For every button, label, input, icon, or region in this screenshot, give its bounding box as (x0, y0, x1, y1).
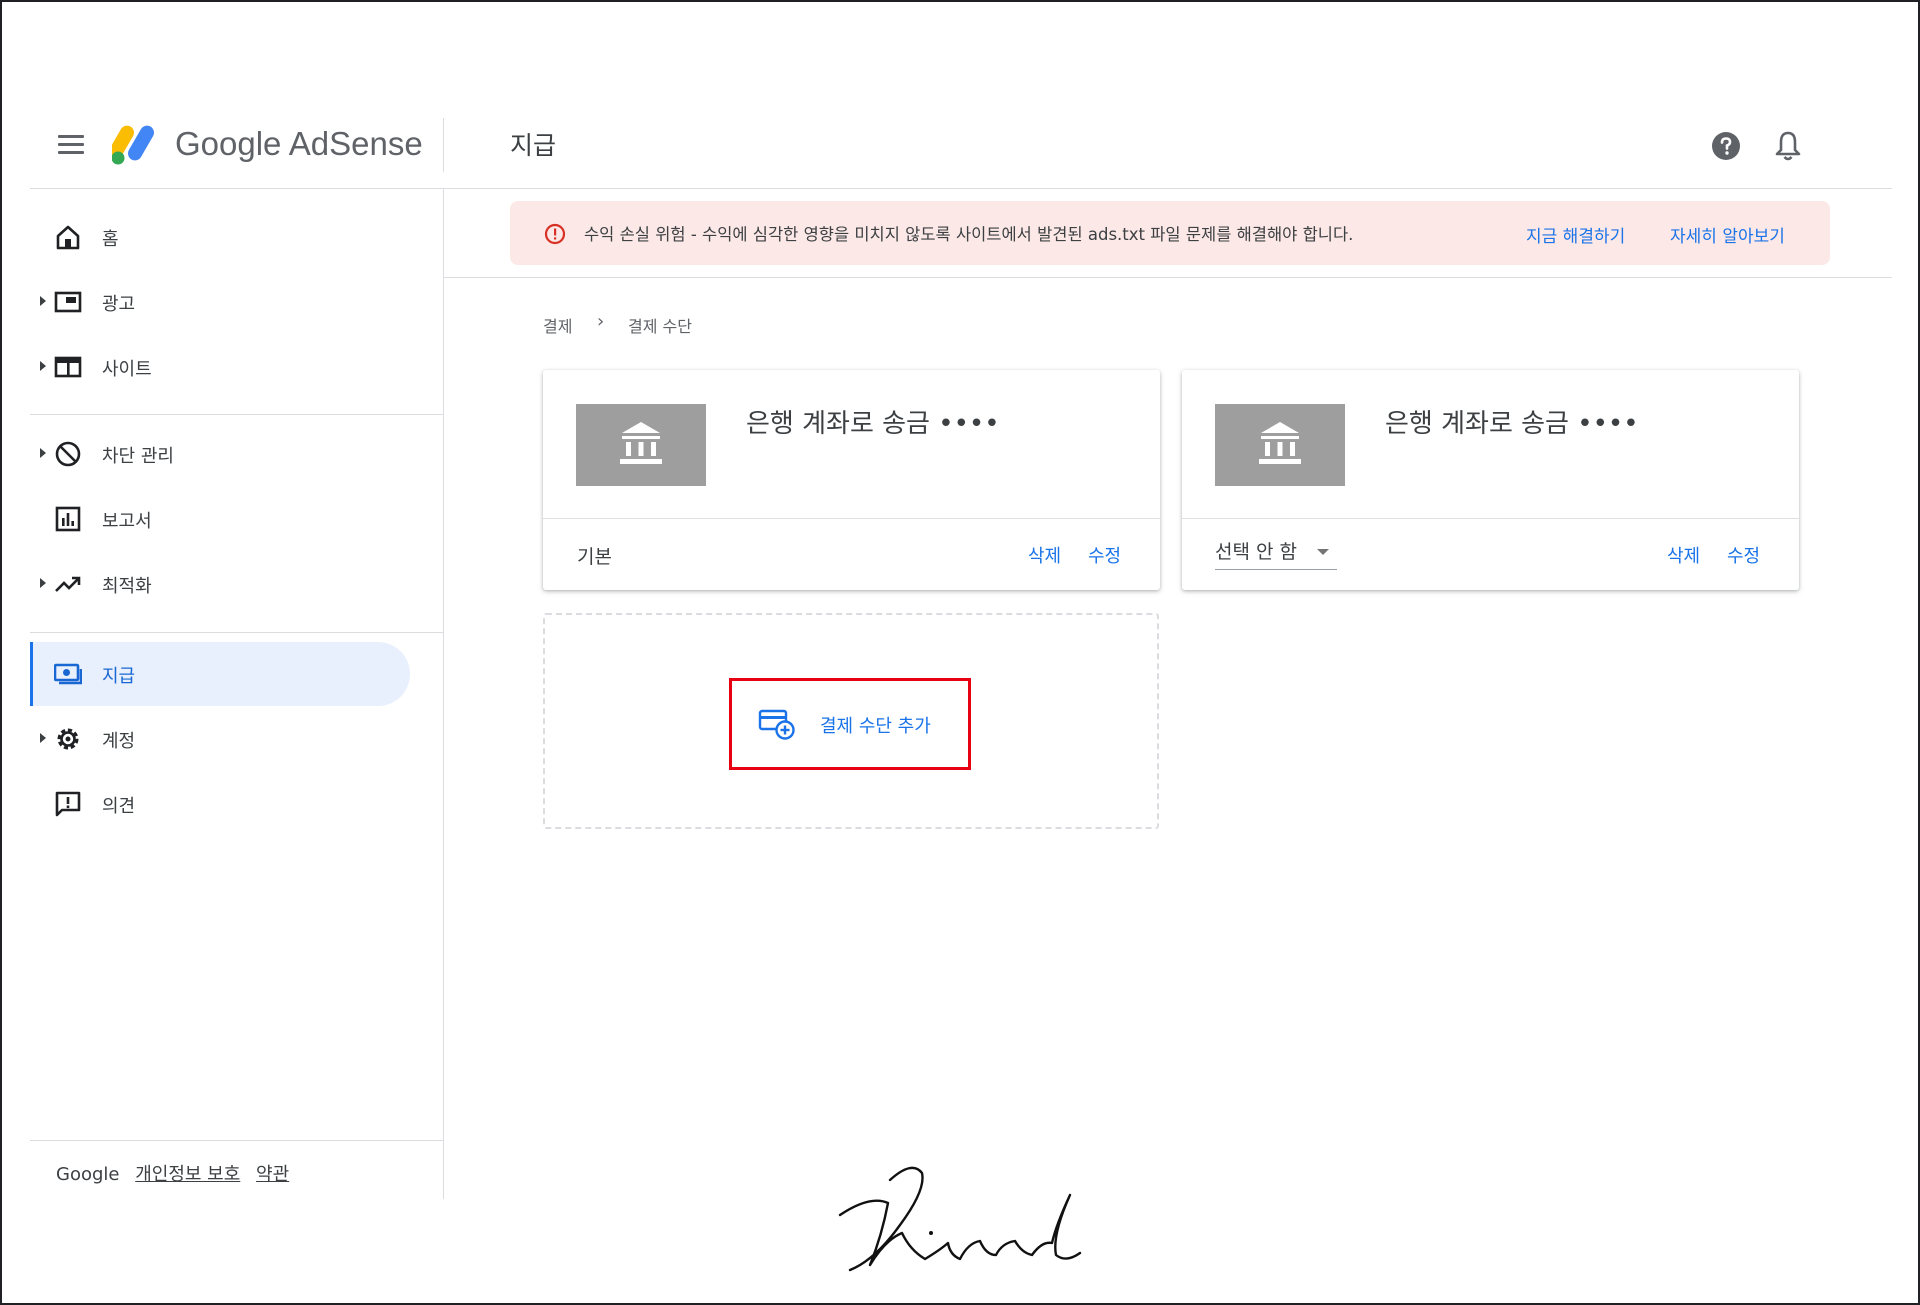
handwritten-signature (838, 1166, 1082, 1272)
edit-button[interactable]: 수정 (1088, 542, 1121, 568)
dropdown-arrow-icon (1317, 549, 1329, 555)
reports-icon (55, 506, 81, 532)
sidebar-item-home[interactable]: 홈 (30, 205, 410, 269)
expand-arrow-icon (40, 733, 46, 743)
help-icon[interactable] (1711, 131, 1741, 161)
header-divider (443, 118, 444, 172)
brand-name: Google AdSense (175, 125, 423, 162)
sidebar-item-payments[interactable]: 지급 (30, 642, 410, 706)
settings-icon (57, 728, 79, 750)
warning-icon (544, 223, 566, 245)
ads-txt-warning-banner: 수익 손실 위험 - 수익에 심각한 영향을 미치지 않도록 사이트에서 발견된… (510, 201, 1830, 265)
sidebar-item-ads[interactable]: 광고 (30, 270, 410, 334)
sidebar-footer-separator (30, 1140, 443, 1141)
breadcrumb-separator: › (597, 311, 605, 332)
expand-arrow-icon (40, 361, 46, 371)
primary-status: 기본 (577, 546, 612, 568)
sidebar-item-label: 차단 관리 (102, 446, 174, 467)
sidebar-footer: Google 개인정보 보호 약관 (56, 1160, 289, 1186)
sidebar-item-reports[interactable]: 보고서 (30, 487, 410, 551)
sidebar-item-account[interactable]: 계정 (30, 707, 410, 771)
payments-icon (54, 663, 82, 685)
sidebar-item-label: 계정 (102, 731, 136, 752)
card-divider (1182, 518, 1799, 519)
banner-message: 수익 손실 위험 - 수익에 심각한 영향을 미치지 않도록 사이트에서 발견된… (584, 225, 1354, 244)
sidebar-divider (443, 189, 444, 1199)
add-payment-method-button[interactable]: 결제 수단 추가 (729, 678, 971, 770)
sidebar-item-blocking[interactable]: 차단 관리 (30, 422, 410, 486)
sidebar-item-label: 보고서 (102, 511, 152, 532)
select-value: 선택 안 함 (1215, 541, 1297, 563)
ads-icon (54, 291, 82, 313)
sidebar-item-label: 홈 (102, 229, 119, 250)
bank-icon (1215, 404, 1345, 486)
feedback-icon (55, 791, 81, 817)
payment-method-card: 은행 계좌로 송금 •••• 기본 삭제 수정 (543, 370, 1160, 590)
bank-icon (576, 404, 706, 486)
payment-method-title: 은행 계좌로 송금 •••• (1385, 409, 1639, 439)
sidebar-item-label: 광고 (102, 294, 136, 315)
block-icon (55, 441, 81, 467)
sidebar-item-label: 의견 (102, 796, 136, 817)
payment-method-card: 은행 계좌로 송금 •••• 선택 안 함 삭제 수정 (1182, 370, 1799, 590)
delete-button[interactable]: 삭제 (1667, 542, 1700, 568)
sidebar-separator (30, 414, 443, 415)
home-icon (56, 225, 80, 250)
adsense-logo-icon (112, 125, 154, 165)
edit-button[interactable]: 수정 (1727, 542, 1760, 568)
sidebar-item-label: 지급 (102, 666, 136, 687)
privacy-link[interactable]: 개인정보 보호 (135, 1164, 240, 1185)
banner-bottom-border (444, 277, 1892, 278)
expand-arrow-icon (40, 578, 46, 588)
page-title: 지급 (510, 131, 557, 160)
sidebar-item-sites[interactable]: 사이트 (30, 335, 410, 399)
add-payment-method-label: 결제 수단 추가 (820, 716, 931, 737)
add-card-icon (758, 709, 795, 740)
expand-arrow-icon (40, 296, 46, 306)
breadcrumb-current: 결제 수단 (628, 317, 692, 336)
header-bottom-border (30, 188, 1892, 189)
sidebar-item-optimization[interactable]: 최적화 (30, 552, 410, 616)
expand-arrow-icon (40, 448, 46, 458)
sites-icon (54, 356, 82, 378)
footer-google: Google (56, 1164, 120, 1185)
notifications-bell-icon[interactable] (1774, 130, 1802, 162)
terms-link[interactable]: 약관 (256, 1164, 289, 1185)
sidebar-item-feedback[interactable]: 의견 (30, 772, 410, 836)
breadcrumb-root[interactable]: 결제 (543, 313, 572, 337)
optimization-icon (55, 576, 81, 592)
card-divider (543, 518, 1160, 519)
fix-now-link[interactable]: 지금 해결하기 (1526, 222, 1625, 247)
delete-button[interactable]: 삭제 (1028, 542, 1061, 568)
payment-method-title: 은행 계좌로 송금 •••• (746, 409, 1000, 439)
primary-select-dropdown[interactable]: 선택 안 함 (1215, 535, 1337, 570)
main-menu-button[interactable] (58, 135, 84, 155)
sidebar-separator (30, 632, 443, 633)
sidebar-item-label: 최적화 (102, 576, 152, 597)
learn-more-link[interactable]: 자세히 알아보기 (1670, 222, 1785, 247)
sidebar-item-label: 사이트 (102, 359, 152, 380)
